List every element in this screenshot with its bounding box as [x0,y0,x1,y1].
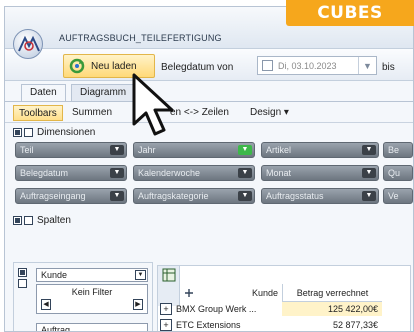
row-expand-icon[interactable]: + [160,303,172,315]
tab-diagramm[interactable]: Diagramm [71,84,136,101]
dimension-chip-jahr[interactable]: Jahr ▼ [133,142,255,158]
panel-toggle-icons [18,268,27,288]
dimension-chip-quartal[interactable]: Qu [383,165,413,181]
collapse-icon[interactable] [18,268,27,277]
dimension-chip-auftragseingang[interactable]: Auftragseingang ▼ [15,188,127,204]
chip-dropdown-icon[interactable]: ▼ [362,191,376,201]
dimensions-header: Dimensionen [13,125,95,139]
cell-kunde: ETC Extensions [176,320,241,330]
filter-label: Kein Filter [71,287,113,297]
table-row[interactable]: + ETC Extensions 52 877,33€ [158,318,410,331]
dimension-chip-more[interactable]: Ve [383,188,413,204]
dimension-chip-auftragsstatus[interactable]: Auftragsstatus ▼ [261,188,379,204]
table-row[interactable]: + BMX Group Werk ... 125 422,00€ [158,302,410,317]
ribbon-tab-design[interactable]: Design ▾ [245,105,294,121]
chip-label: Qu [388,168,401,178]
tab-daten[interactable]: Daten [21,84,66,101]
collapse-icon[interactable] [13,127,22,137]
ribbon-tab-toolbars[interactable]: Toolbars [13,105,63,121]
row-expand-icon[interactable]: + [160,319,172,331]
chip-label: Belegdatum [20,168,69,178]
chip-label: Auftragseingang [20,191,86,201]
date-dropdown-icon[interactable]: ▼ [358,57,376,74]
dimension-chip-monat[interactable]: Monat ▼ [261,165,379,181]
chip-label: Monat [266,168,292,178]
dimension-chip-belegdatum[interactable]: Belegdatum ▼ [15,165,127,181]
chip-dropdown-icon[interactable]: ▼ [110,168,124,178]
app-window: AUFTRAGSBUCH_TEILEFERTIGUNG Neu laden Be… [4,6,414,332]
chip-label: Artikel [266,145,292,155]
row-field-label: Kunde [41,270,68,280]
chevron-down-icon[interactable]: ▼ [135,270,146,280]
dimension-chip-teil[interactable]: Teil ▼ [15,142,127,158]
collapse-icon[interactable] [13,215,22,225]
expand-icon[interactable] [24,215,33,225]
dimension-chip-more[interactable]: Be [383,142,413,158]
chip-filter-active-icon[interactable]: ▼ [238,145,252,155]
row-field-kunde[interactable]: Kunde ▼ [36,268,148,282]
chip-dropdown-icon[interactable]: ▼ [238,191,252,201]
chip-dropdown-icon[interactable]: ▼ [110,191,124,201]
chip-label: Auftragsstatus [266,191,324,201]
ribbon-tabs: Toolbars Summen en <-> Zeilen Design ▾ [5,101,413,123]
grid-layout-icon[interactable] [162,268,176,282]
expand-plus-icon[interactable] [184,288,194,298]
chip-dropdown-icon[interactable]: ▼ [362,145,376,155]
pivot-grid: Kunde Betrag verrechnet + BMX Group Werk… [157,265,411,331]
mouse-pointer-icon [132,73,174,136]
reload-label: Neu laden [91,60,137,72]
cell-kunde: BMX Group Werk ... [176,304,257,314]
row-fields-panel: Kunde ▼ Kein Filter ◀ ▶ Auftrag [13,262,153,331]
expand-icon[interactable] [18,279,27,288]
window-title: AUFTRAGSBUCH_TEILEFERTIGUNG [59,33,222,43]
expand-icon[interactable] [24,127,33,137]
chip-label: Ve [388,191,399,201]
cell-betrag: 52 877,33€ [332,320,378,330]
dimension-chip-kalenderwoche[interactable]: Kalenderwoche ▼ [133,165,255,181]
dimension-chip-artikel[interactable]: Artikel ▼ [261,142,379,158]
chip-dropdown-icon[interactable]: ▼ [238,168,252,178]
date-from-field[interactable]: Di, 03.10.2023 ▼ [257,56,377,75]
filter-box[interactable]: Kein Filter ◀ ▶ [36,284,148,314]
columns-label: Spalten [37,214,71,226]
chip-dropdown-icon[interactable]: ▼ [110,145,124,155]
reload-icon [69,58,85,74]
date-to-label: bis [382,62,395,73]
dimension-chip-auftragskategorie[interactable]: Auftragskategorie ▼ [133,188,255,204]
column-header-betrag[interactable]: Betrag verrechnet [282,284,382,302]
chip-dropdown-icon[interactable]: ▼ [362,168,376,178]
chip-label: Be [388,145,400,155]
ribbon-tab-summen[interactable]: Summen [67,105,117,121]
column-header-kunde[interactable]: Kunde [198,284,278,302]
date-from-value: Di, 03.10.2023 [278,60,337,71]
cell-betrag: 125 422,00€ [282,302,382,316]
row-field-auftrag[interactable]: Auftrag [36,323,148,331]
view-tabs: Daten Diagramm [5,81,413,101]
chip-label: Teil [20,145,34,155]
date-enable-checkbox[interactable] [262,60,273,71]
brand-banner: CUBES [286,0,414,26]
filter-prev-icon[interactable]: ◀ [41,299,51,310]
grid-corner [158,266,180,306]
toolbar: Neu laden Belegdatum von Di, 03.10.2023 … [5,49,413,81]
chip-label: Kalenderwoche [138,168,201,178]
chip-label: Auftragskategorie [138,191,209,201]
app-logo-icon[interactable] [13,29,43,59]
columns-header: Spalten [13,213,71,227]
dimensions-label: Dimensionen [37,126,96,138]
chip-label: Jahr [138,145,156,155]
filter-next-icon[interactable]: ▶ [133,299,143,310]
